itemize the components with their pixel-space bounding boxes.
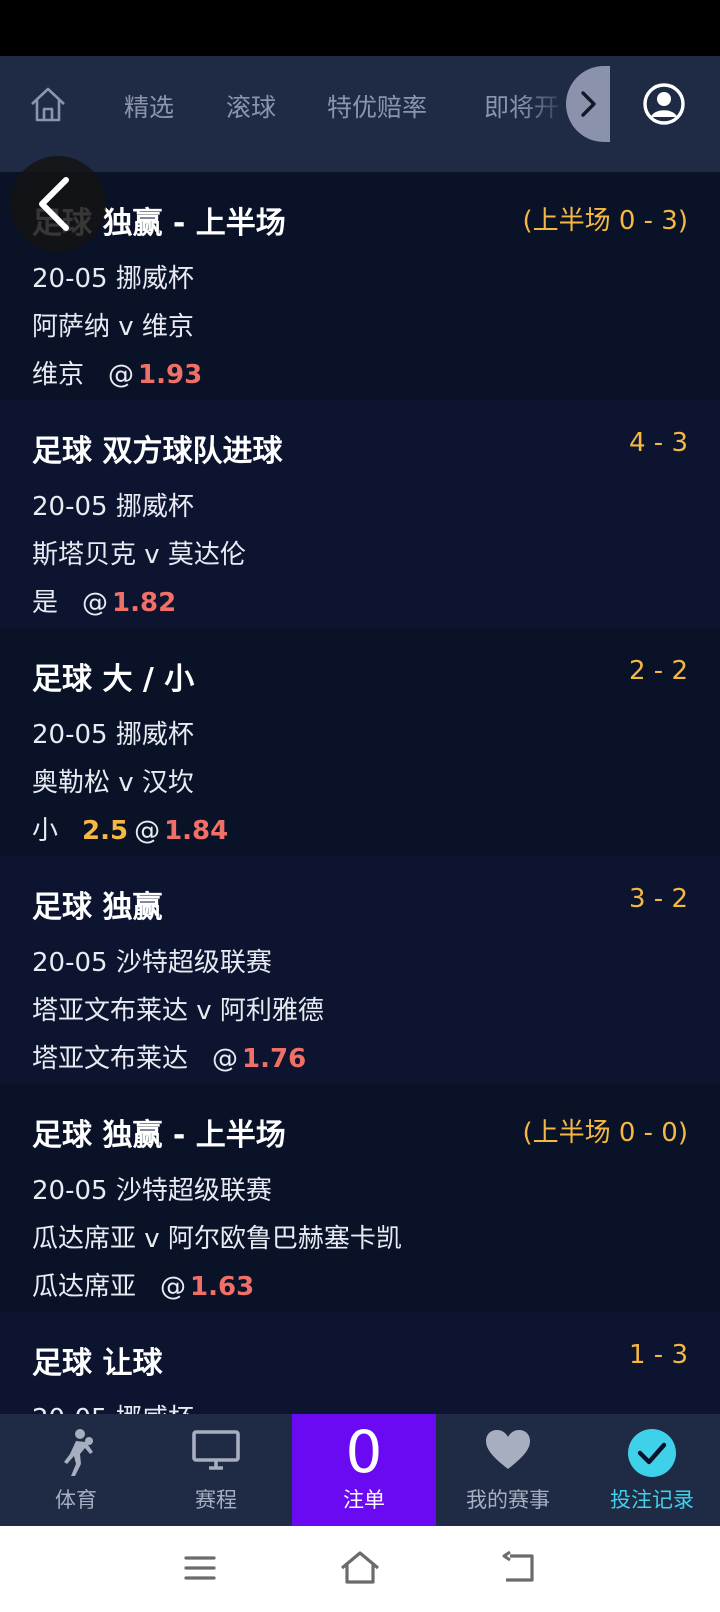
bet-date-league: 20-05 沙特超级联赛 [32, 1176, 272, 1206]
bottom-nav: 体育 赛程 0 注单 我的赛事 投注记录 [0, 1414, 720, 1526]
chevron-left-icon [39, 177, 69, 231]
monitor-icon [192, 1430, 240, 1470]
bet-score: 2 - 2 [629, 656, 688, 686]
odds: 1.76 [242, 1044, 307, 1074]
odds: 1.63 [190, 1272, 255, 1302]
pick: 维京 [32, 360, 85, 390]
bet-card[interactable]: 足球 大 / 小 2 - 2 20-05 挪威杯 奥勒松 v 汉坎 小 2.5 @1… [0, 628, 720, 856]
bet-score: 3 - 2 [629, 884, 688, 914]
pick: 塔亚文布莱达 [32, 1044, 189, 1074]
back-button[interactable] [10, 156, 106, 252]
bet-date-league: 20-05 沙特超级联赛 [32, 948, 272, 978]
bet-title: 足球 独赢 [32, 890, 163, 925]
system-home-icon[interactable] [338, 1548, 382, 1588]
handicap-line: 2.5 [82, 816, 129, 846]
home-icon[interactable] [28, 84, 68, 124]
tab-live[interactable]: 滚球 [226, 88, 276, 124]
bet-match: 奥勒松 v 汉坎 [32, 768, 194, 798]
bet-score: 1 - 3 [629, 1340, 688, 1370]
bet-date-league: 20-05 挪威杯 [32, 720, 194, 750]
status-bar [0, 0, 720, 56]
odds: 1.82 [112, 588, 177, 618]
menu-icon[interactable] [178, 1548, 222, 1588]
nav-bet-history[interactable]: 投注记录 [580, 1414, 720, 1526]
chevron-right-icon [581, 91, 596, 117]
odds: 1.93 [138, 360, 203, 390]
bet-title: 足球 双方球队进球 [32, 434, 283, 469]
bet-selection: 瓜达席亚 @1.63 [32, 1272, 255, 1302]
nav-my-events[interactable]: 我的赛事 [436, 1414, 580, 1526]
nav-sports[interactable]: 体育 [4, 1414, 148, 1526]
bet-list: 足球 独赢 - 上半场 (上半场 0 - 3) 20-05 挪威杯 阿萨纳 v … [0, 172, 720, 1414]
nav-scroll-right-button[interactable] [566, 66, 610, 142]
bet-selection: 小 2.5 @1.84 [32, 816, 229, 846]
bet-date-league: 20-05 挪威杯 [32, 264, 194, 294]
bet-card[interactable]: 足球 双方球队进球 4 - 3 20-05 挪威杯 斯塔贝克 v 莫达伦 是 @1… [0, 400, 720, 628]
system-back-icon[interactable] [498, 1548, 542, 1588]
nav-fade [520, 72, 570, 132]
bet-date-league: 20-05 挪威杯 [32, 492, 194, 522]
bet-card[interactable]: 足球 独赢 - 上半场 (上半场 0 - 3) 20-05 挪威杯 阿萨纳 v … [0, 172, 720, 400]
pick: 瓜达席亚 [32, 1272, 137, 1302]
check-circle-icon [628, 1429, 676, 1477]
nav-schedule[interactable]: 赛程 [144, 1414, 288, 1526]
bet-card[interactable]: 足球 让球 1 - 3 20-05 挪威杯 [0, 1312, 720, 1414]
bet-title: 足球 大 / 小 [32, 662, 195, 697]
odds: 1.84 [164, 816, 229, 846]
bet-selection: 塔亚文布莱达 @1.76 [32, 1044, 307, 1074]
bet-match: 瓜达席亚 v 阿尔欧鲁巴赫塞卡凯 [32, 1224, 402, 1254]
bet-score: (上半场 0 - 0) [522, 1118, 688, 1148]
pick: 是 [32, 588, 59, 618]
pick: 小 [32, 816, 59, 846]
system-nav-bar [0, 1526, 720, 1612]
heart-icon [486, 1430, 530, 1469]
user-account-icon[interactable] [642, 82, 686, 126]
bet-match: 塔亚文布莱达 v 阿利雅德 [32, 996, 324, 1026]
bet-match: 斯塔贝克 v 莫达伦 [32, 540, 246, 570]
bet-card[interactable]: 足球 独赢 - 上半场 (上半场 0 - 0) 20-05 沙特超级联赛 瓜达席… [0, 1084, 720, 1312]
bet-score: (上半场 0 - 3) [522, 206, 688, 236]
bet-title: 足球 让球 [32, 1346, 163, 1381]
bet-date-league: 20-05 挪威杯 [32, 1398, 194, 1414]
top-nav: 精选 滚球 特优赔率 即将开 [0, 56, 720, 172]
bet-slip-count: 0 [345, 1418, 383, 1486]
bet-match: 阿萨纳 v 维京 [32, 312, 194, 342]
athlete-icon [64, 1429, 93, 1476]
bet-title: 足球 独赢 - 上半场 [32, 1118, 286, 1153]
bet-selection: 维京 @1.93 [32, 360, 203, 390]
bet-score: 4 - 3 [629, 428, 688, 458]
tab-boosted-odds[interactable]: 特优赔率 [327, 88, 427, 124]
nav-bet-slip[interactable]: 0 注单 [292, 1414, 436, 1526]
bet-card[interactable]: 足球 独赢 3 - 2 20-05 沙特超级联赛 塔亚文布莱达 v 阿利雅德 塔… [0, 856, 720, 1084]
bet-selection: 是 @1.82 [32, 588, 177, 618]
tab-featured[interactable]: 精选 [124, 88, 174, 124]
